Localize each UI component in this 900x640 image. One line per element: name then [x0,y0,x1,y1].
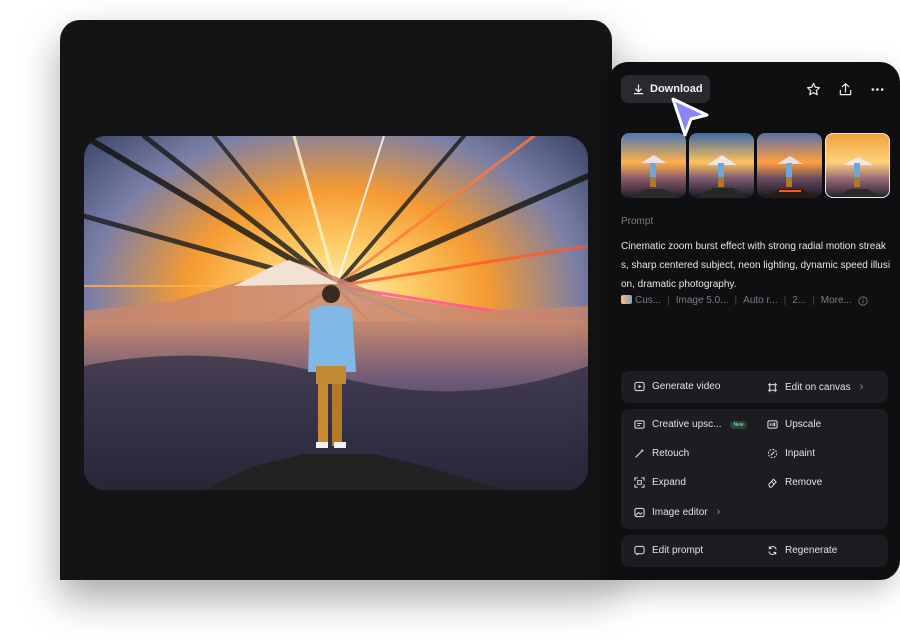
refresh-icon [768,546,777,555]
prompt-text: Cinematic zoom burst effect with strong … [621,241,891,290]
variation-thumbnail-4[interactable] [825,133,890,198]
editing-tools: Creative upsc... New Upscale Retouch Inp… [621,409,888,529]
expand-button[interactable]: Expand [634,477,686,488]
image-details-panel: Download Prompt Cinematic zoom burst eff… [608,62,900,580]
chevron-right-icon: › [716,506,721,518]
remove-button[interactable]: Remove [767,477,822,488]
generate-video-button[interactable]: Generate video [634,381,720,392]
generate-video-label: Generate video [652,381,721,392]
eraser-icon [768,478,777,488]
retouch-button[interactable]: Retouch [634,448,689,459]
upscale-icon [767,420,778,429]
inpaint-icon [767,448,778,459]
meta-more[interactable]: More... [821,295,852,306]
download-label: Download [650,83,703,95]
image-editor-icon [634,507,645,517]
regenerate-label: Regenerate [785,545,838,556]
meta-style-label: Cus... [635,295,662,306]
edit-prompt-label: Edit prompt [652,545,704,556]
retouch-label: Retouch [652,448,690,459]
style-thumbnail-icon [621,295,632,304]
meta-ratio: Auto r... [743,295,778,306]
creative-upscale-button[interactable]: Creative upsc... New [634,419,747,430]
app-stage: Download Prompt Cinematic zoom burst eff… [0,0,900,640]
edit-prompt-button[interactable]: Edit prompt [634,545,703,556]
upscale-label: Upscale [785,419,822,430]
image-editor-label: Image editor [652,506,708,518]
pointer-cursor-icon [671,97,709,137]
meta-separator: | [783,295,787,306]
prompt-heading: Prompt [621,216,654,227]
share-icon[interactable] [836,80,854,98]
variation-thumbnails [621,133,890,198]
image-editor-button[interactable]: Image editor › [634,506,720,518]
edit-prompt-icon [634,545,645,556]
upscale-button[interactable]: Upscale [767,419,821,430]
meta-count: 2... [792,295,807,306]
canvas-icon [767,382,778,392]
info-icon[interactable] [858,295,868,306]
generation-meta: Cus... | Image 5.0... | Auto r... | 2...… [621,295,893,306]
meta-separator: | [734,295,738,306]
video-icon [634,381,645,392]
inpaint-label: Inpaint [785,448,816,459]
download-icon [633,83,644,94]
generated-image[interactable] [84,136,588,490]
creative-upscale-label: Creative upsc... [652,419,722,430]
creative-upscale-icon [634,420,645,429]
inpaint-button[interactable]: Inpaint [767,448,815,459]
remove-label: Remove [785,477,823,488]
variation-thumbnail-3[interactable] [757,133,822,198]
chevron-right-icon: › [859,381,864,393]
expand-label: Expand [652,477,686,488]
more-icon[interactable] [868,80,886,98]
edit-on-canvas-label: Edit on canvas [785,381,851,393]
expand-icon [634,477,645,488]
meta-separator: | [667,295,670,306]
meta-separator: | [812,295,815,306]
image-preview-card [60,20,612,580]
new-badge: New [730,420,747,429]
meta-style[interactable]: Cus... [621,295,661,306]
video-canvas-actions: Generate video Edit on canvas › [621,371,888,403]
magic-wand-icon [635,448,645,458]
meta-model: Image 5.0... [675,295,729,306]
edit-on-canvas-button[interactable]: Edit on canvas › [767,381,863,393]
regenerate-button[interactable]: Regenerate [767,545,837,556]
prompt-actions: Edit prompt Regenerate [621,535,888,567]
variation-thumbnail-2[interactable] [689,133,754,198]
panel-actions [804,80,886,98]
star-icon[interactable] [804,80,822,98]
variation-thumbnail-1[interactable] [621,133,686,198]
